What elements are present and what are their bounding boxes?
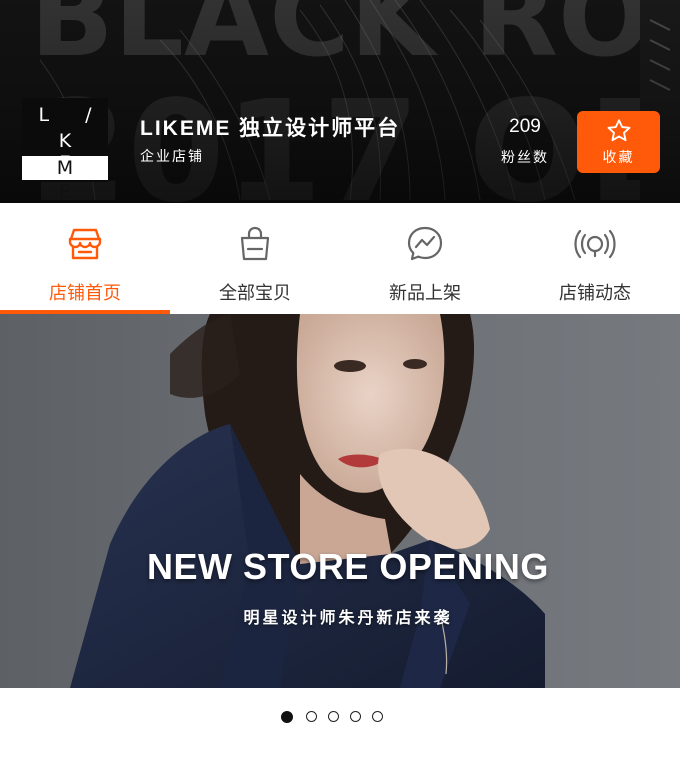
tab-label: 新品上架 bbox=[389, 283, 461, 303]
collect-button[interactable]: 收藏 bbox=[577, 111, 660, 173]
carousel-dot-4[interactable] bbox=[350, 711, 361, 722]
store-type-label: 企业店铺 bbox=[140, 148, 204, 164]
carousel-dot-2[interactable] bbox=[306, 711, 317, 722]
store-header: BLACK ROO 2017 OE L / K E M E LIKEME 独立设… bbox=[0, 0, 680, 203]
store-icon bbox=[68, 228, 102, 260]
carousel-dot-1[interactable] bbox=[281, 711, 293, 723]
shopping-bag-icon bbox=[240, 226, 270, 261]
tab-store-updates[interactable]: 店铺动态 bbox=[510, 203, 680, 314]
banner-subtitle: 明星设计师朱丹新店来袭 bbox=[243, 610, 453, 627]
store-logo[interactable]: L / K E M E bbox=[22, 98, 108, 203]
tab-label: 店铺首页 bbox=[49, 283, 121, 303]
logo-line-1: L / bbox=[38, 104, 107, 126]
banner-model-photo bbox=[70, 314, 545, 688]
collect-label: 收藏 bbox=[602, 149, 635, 165]
carousel-dot-3[interactable] bbox=[328, 711, 339, 722]
store-nav-tabs: 店铺首页 全部宝贝 新品上架 店铺动态 bbox=[0, 203, 680, 314]
fans-count: 209 bbox=[509, 116, 541, 137]
promo-banner[interactable]: NEW STORE OPENING 明星设计师朱丹新店来袭 bbox=[0, 314, 680, 688]
carousel-pagination bbox=[281, 711, 391, 723]
new-arrival-icon bbox=[407, 226, 443, 261]
tab-new-arrivals[interactable]: 新品上架 bbox=[340, 203, 510, 314]
tab-label: 全部宝贝 bbox=[219, 283, 291, 303]
tab-all-items[interactable]: 全部宝贝 bbox=[170, 203, 340, 314]
broadcast-icon bbox=[574, 229, 616, 259]
tab-store-home[interactable]: 店铺首页 bbox=[0, 203, 170, 314]
carousel-dot-5[interactable] bbox=[372, 711, 383, 722]
fans-label: 粉丝数 bbox=[501, 149, 549, 165]
tab-label: 店铺动态 bbox=[559, 283, 631, 303]
star-icon bbox=[607, 119, 631, 142]
store-name: LIKEME 独立设计师平台 bbox=[140, 117, 401, 140]
banner-title: NEW STORE OPENING bbox=[147, 546, 549, 587]
logo-line-3: M E bbox=[22, 156, 108, 203]
